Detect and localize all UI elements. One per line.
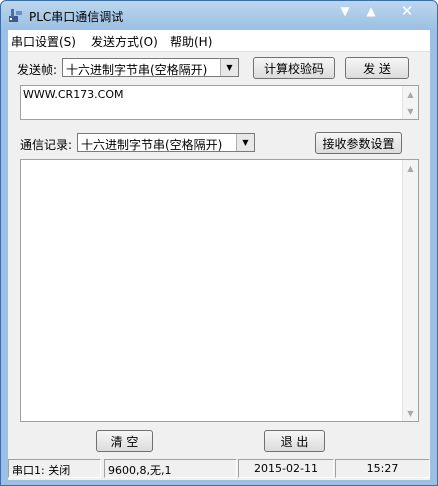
chevron-down-icon[interactable]: ▼ [236, 134, 254, 151]
scroll-up-icon[interactable]: ▲ [403, 160, 418, 176]
chevron-down-icon[interactable]: ▼ [220, 59, 238, 76]
status-time: 15:27 [335, 459, 430, 478]
menu-help[interactable]: 帮助(H) [170, 33, 212, 50]
receive-format-select[interactable]: 十六进制字节串(空格隔开) ▼ [77, 133, 255, 152]
send-format-select[interactable]: 十六进制字节串(空格隔开) ▼ [62, 58, 239, 77]
exit-button[interactable]: 退 出 [264, 430, 325, 452]
send-format-value: 十六进制字节串(空格隔开) [66, 63, 208, 77]
communication-log-textbox[interactable]: ▲ ▼ [20, 159, 419, 422]
scroll-down-icon[interactable]: ▼ [403, 405, 418, 421]
close-button[interactable]: ✕ [393, 1, 421, 21]
status-date: 2015-02-11 [238, 459, 334, 478]
status-settings: 9600,8,无,1 [104, 459, 237, 478]
clear-button[interactable]: 清 空 [96, 430, 153, 452]
window-title: PLC串口通信调试 [29, 10, 124, 24]
status-port: 串口1: 关闭 [8, 459, 101, 478]
send-frame-label: 发送帧: [17, 63, 58, 77]
receive-params-button[interactable]: 接收参数设置 [315, 132, 402, 154]
maximize-button[interactable]: ▲ [357, 1, 385, 21]
scroll-down-icon[interactable]: ▼ [403, 103, 418, 119]
minimize-button[interactable]: ▼ [331, 1, 359, 21]
app-icon [9, 9, 22, 22]
title-bar: PLC串口通信调试 ▼ ▲ ✕ [1, 1, 437, 29]
menu-bar: 串口设置(S) 发送方式(O) 帮助(H) [8, 30, 430, 52]
log-label: 通信记录: [20, 138, 73, 152]
main-window: PLC串口通信调试 ▼ ▲ ✕ 串口设置(S) 发送方式(O) 帮助(H) 发送… [0, 0, 438, 486]
send-frame-textbox[interactable]: WWW.CR173.COM ▲ ▼ [20, 85, 419, 120]
scroll-up-icon[interactable]: ▲ [403, 86, 418, 102]
menu-port-settings[interactable]: 串口设置(S) [11, 33, 76, 50]
receive-format-value: 十六进制字节串(空格隔开) [81, 138, 223, 152]
log-scrollbar[interactable]: ▲ ▼ [402, 160, 418, 421]
status-bar: 串口1: 关闭 9600,8,无,1 2015-02-11 15:27 [8, 458, 430, 480]
checksum-button[interactable]: 计算校验码 [253, 57, 335, 79]
send-frame-content: WWW.CR173.COM [23, 88, 124, 101]
send-scrollbar[interactable]: ▲ ▼ [402, 86, 418, 119]
menu-send-mode[interactable]: 发送方式(O) [91, 33, 158, 50]
send-button[interactable]: 发 送 [345, 57, 409, 79]
client-area: 串口设置(S) 发送方式(O) 帮助(H) 发送帧: 十六进制字节串(空格隔开)… [8, 30, 430, 480]
